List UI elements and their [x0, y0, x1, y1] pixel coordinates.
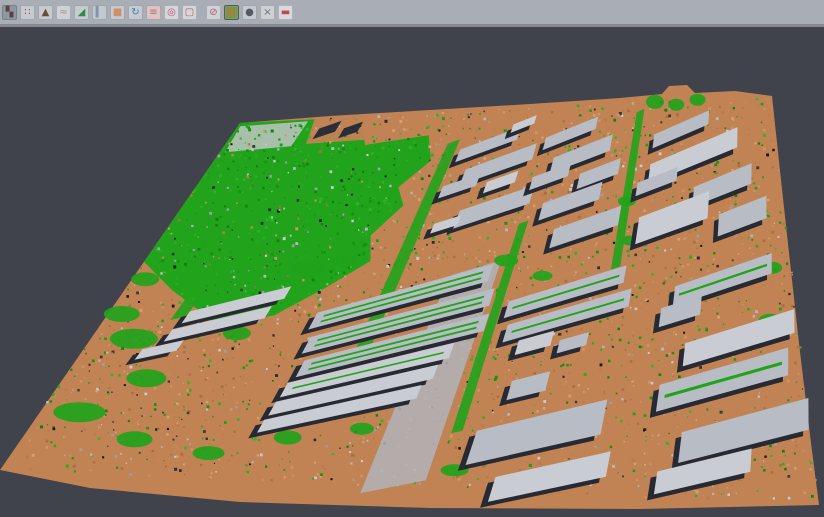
terrain-model-icon[interactable]: ◢	[74, 5, 89, 20]
contours-icon[interactable]: ≈	[56, 5, 71, 20]
viewport-3d[interactable]	[0, 27, 824, 517]
measure-icon[interactable]: ×	[260, 5, 275, 20]
profile-view-icon[interactable]: ▍	[92, 5, 107, 20]
orthophoto-icon[interactable]: ■	[110, 5, 125, 20]
point-cloud-icon[interactable]: ●	[242, 5, 257, 20]
attribute-table-icon[interactable]: ≡	[146, 5, 161, 20]
application-window: { "app": { "description": "3D viewer sho…	[0, 0, 824, 517]
classified-points-icon[interactable]: ∷	[20, 5, 35, 20]
toolbar: ▚∷▲≈◢▍■↻≡◎▢ ⊘▦●×▬	[0, 0, 824, 27]
classification-render-icon[interactable]: ▦	[224, 5, 239, 20]
refresh-view-icon[interactable]: ↻	[128, 5, 143, 20]
clip-region-icon[interactable]: ⊘	[206, 5, 221, 20]
target-ring-icon[interactable]: ◎	[164, 5, 179, 20]
zoom-extent-icon[interactable]: ▢	[182, 5, 197, 20]
flag-icon[interactable]: ▬	[278, 5, 293, 20]
selection-points-icon[interactable]: ▚	[2, 5, 17, 20]
point-cloud-scene[interactable]	[0, 27, 824, 517]
tin-surface-icon[interactable]: ▲	[38, 5, 53, 20]
